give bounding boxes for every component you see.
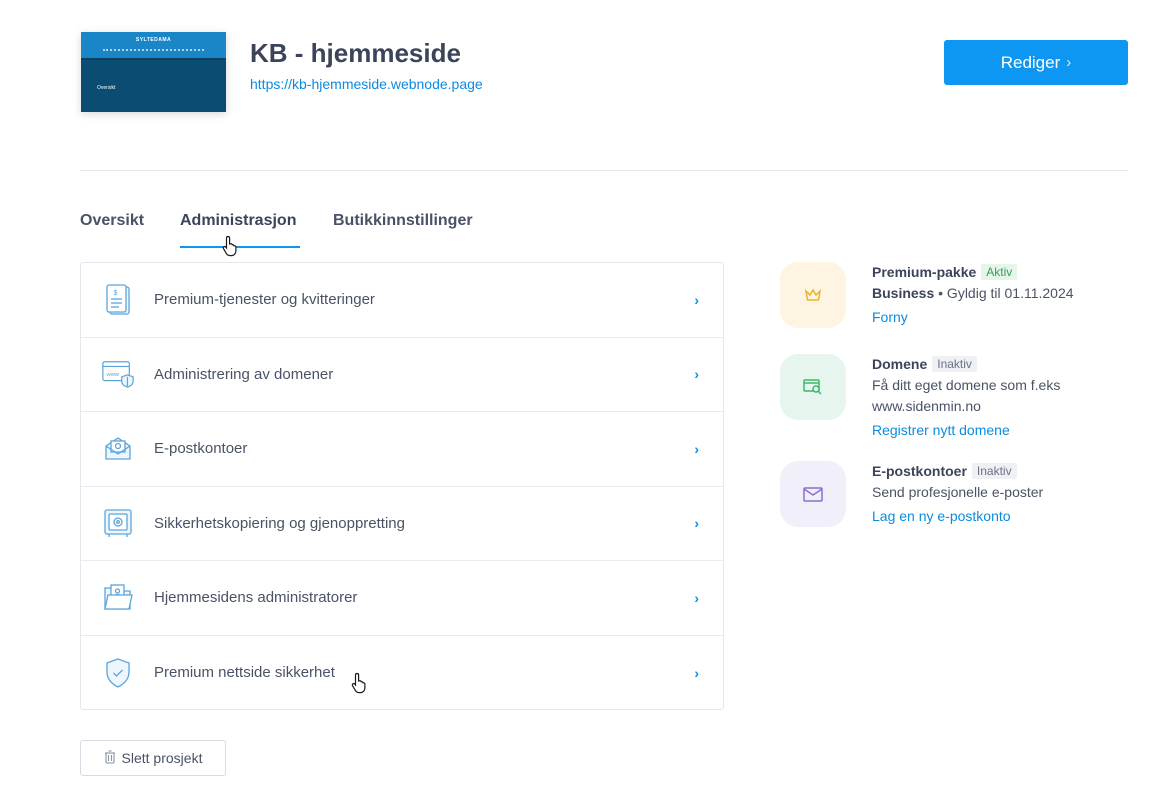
domain-example: www.sidenmin.no	[872, 398, 981, 414]
domain-title: Domene	[872, 356, 928, 372]
domain-icon: www	[101, 357, 135, 391]
status-badge: Inaktiv	[971, 463, 1017, 479]
renew-link[interactable]: Forny	[872, 307, 1132, 328]
premium-validity: • Gyldig til 01.11.2024	[934, 285, 1074, 301]
chevron-right-icon: ›	[694, 589, 699, 606]
menu-item-administrators[interactable]: Hjemmesidens administratorer ›	[81, 561, 723, 636]
email-icon	[101, 432, 135, 466]
premium-plan: Business	[872, 285, 935, 301]
chevron-right-icon: ›	[694, 440, 699, 457]
domain-search-icon	[780, 354, 846, 420]
register-domain-link[interactable]: Registrer nytt domene	[872, 420, 1132, 441]
chevron-right-icon: ›	[694, 366, 699, 383]
status-badge: Aktiv	[981, 264, 1018, 280]
edit-button-label: Rediger	[1000, 52, 1061, 72]
menu-item-premium-services[interactable]: $ Premium-tjenester og kvitteringer ›	[81, 263, 723, 338]
page-title: KB - hjemmeside	[250, 38, 461, 68]
site-thumbnail[interactable]: SYLTEDAMA Oversikt	[81, 32, 226, 112]
hand-cursor-icon	[222, 235, 237, 257]
site-url-link[interactable]: https://kb-hjemmeside.webnode.page	[250, 76, 483, 92]
administration-menu: $ Premium-tjenester og kvitteringer › ww…	[80, 262, 724, 710]
tab-oversikt[interactable]: Oversikt	[80, 212, 144, 248]
menu-item-label: E-postkontoer	[154, 440, 248, 458]
email-description: Send profesjonelle e-poster	[872, 484, 1044, 500]
thumbnail-body: Oversikt	[81, 58, 226, 112]
email-title: E-postkontoer	[872, 463, 967, 479]
premium-title: Premium-pakke	[872, 264, 977, 280]
info-email-accounts: E-postkontoer Inaktiv Send profesjonelle …	[780, 461, 1130, 531]
chevron-right-icon: ›	[694, 664, 699, 681]
header-divider	[80, 170, 1128, 171]
menu-item-label: Administrering av domener	[154, 365, 334, 383]
envelope-icon	[780, 461, 846, 527]
info-premium-package: Premium-pakke Aktiv Business • Gyldig til…	[780, 262, 1130, 332]
menu-item-website-security[interactable]: Premium nettside sikkerhet ›	[81, 636, 723, 711]
folder-user-icon	[101, 581, 135, 615]
edit-button[interactable]: Rediger ›	[944, 40, 1128, 85]
tab-butikkinnstillinger[interactable]: Butikkinnstillinger	[333, 212, 473, 248]
menu-item-backup[interactable]: Sikkerhetskopiering og gjenoppretting ›	[81, 487, 723, 561]
menu-item-email-accounts[interactable]: E-postkontoer ›	[81, 412, 723, 487]
menu-item-label: Hjemmesidens administratorer	[154, 589, 358, 607]
hand-cursor-icon	[351, 672, 366, 694]
create-email-link[interactable]: Lag en ny e-postkonto	[872, 506, 1132, 527]
delete-project-label: Slett prosjekt	[121, 750, 203, 766]
info-domain: Domene Inaktiv Få ditt eget domene som f.…	[780, 354, 1130, 444]
menu-item-label: Sikkerhetskopiering og gjenoppretting	[154, 514, 405, 532]
chevron-right-icon: ›	[694, 515, 699, 532]
chevron-right-icon: ›	[1066, 54, 1072, 71]
status-badge: Inaktiv	[932, 356, 977, 372]
trash-icon	[104, 749, 116, 767]
shield-icon	[101, 656, 135, 690]
svg-text:www: www	[106, 372, 120, 378]
menu-item-label: Premium-tjenester og kvitteringer	[154, 291, 375, 309]
svg-text:$: $	[114, 290, 118, 297]
tab-administrasjon[interactable]: Administrasjon	[180, 212, 300, 248]
thumbnail-header: SYLTEDAMA	[81, 32, 226, 58]
chevron-right-icon: ›	[694, 291, 699, 308]
menu-item-domains[interactable]: www Administrering av domener ›	[81, 338, 723, 412]
thumbnail-brand: SYLTEDAMA	[135, 37, 172, 43]
thumbnail-nav	[103, 49, 204, 51]
crown-icon	[780, 262, 846, 328]
delete-project-button[interactable]: Slett prosjekt	[80, 740, 226, 776]
safe-icon	[101, 506, 135, 540]
domain-description: Få ditt eget domene som f.eks	[872, 377, 1061, 393]
thumbnail-label: Oversikt	[97, 85, 116, 91]
menu-item-label: Premium nettside sikkerhet	[154, 664, 335, 682]
invoice-icon: $	[101, 283, 135, 317]
